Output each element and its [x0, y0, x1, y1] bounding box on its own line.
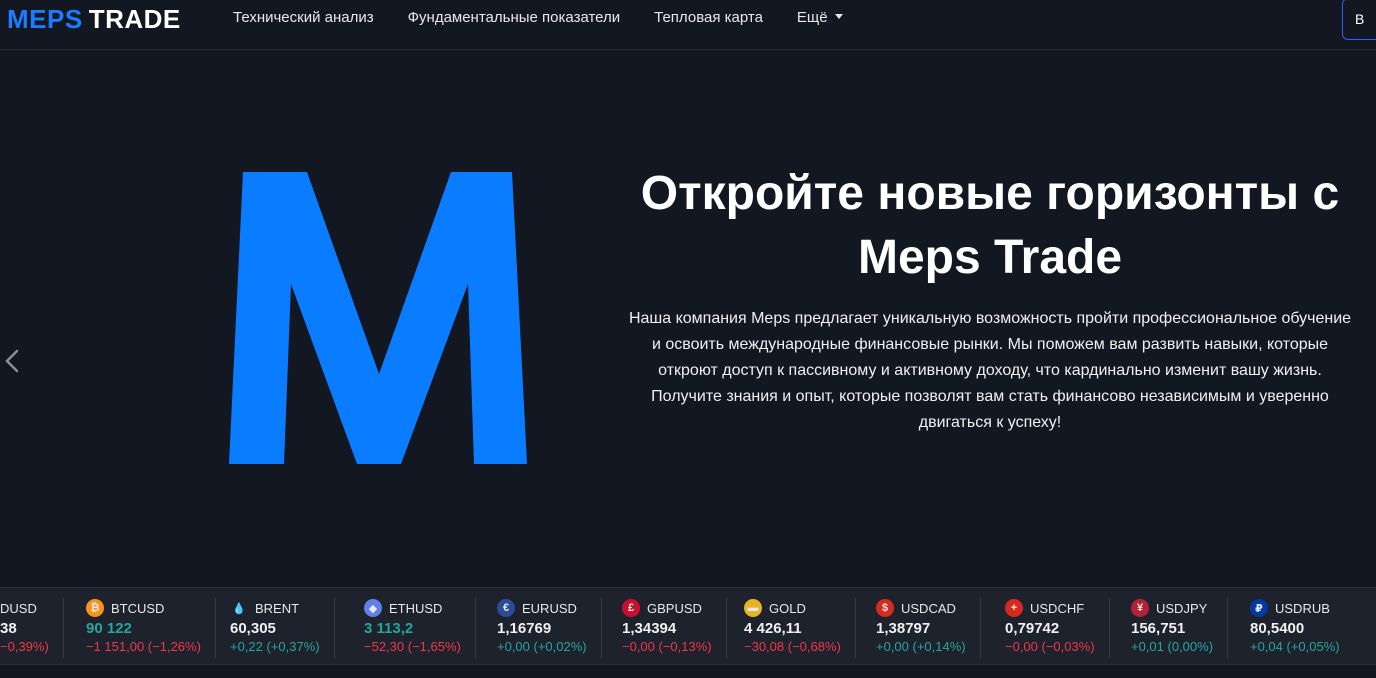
ticker-price: 1,34394 — [622, 620, 677, 637]
ticker-price: 1,38797 — [876, 620, 931, 637]
ticker-symbol: BRENT — [255, 600, 300, 616]
ticker-item-eurusd[interactable]: € EURUSD 1,16769 +0,00 (+0,02%) — [497, 598, 602, 658]
ticker-change: −1 151,00 (−1,26%) — [86, 639, 201, 654]
ticker-item-usdrub[interactable]: ₽ USDRUB 80,5400 +0,04 (+0,05%) — [1250, 598, 1354, 658]
nav-more[interactable]: Ещё — [797, 9, 843, 26]
ticker-change: −0,00 (−0,03%) — [1005, 639, 1095, 654]
ticker-symbol-row: $ USDCAD — [876, 598, 966, 618]
hero-title: Откройте новые горизонты с Meps Trade — [550, 162, 1376, 290]
ticker-price: 3 113,2 — [364, 620, 414, 637]
ticker-change: +0,22 (+0,37%) — [230, 639, 320, 654]
oil-drop-icon: 💧 — [230, 599, 248, 617]
gold-icon: ▬ — [744, 599, 762, 617]
nav-technical-analysis[interactable]: Технический анализ — [233, 9, 374, 26]
chevron-down-icon — [834, 14, 843, 19]
ticker-price: 80,5400 — [1250, 620, 1305, 637]
ticker-symbol: GBPUSD — [647, 600, 702, 616]
ticker-symbol-row: DUSD — [0, 598, 49, 618]
us-ca-flag-icon: $ — [876, 599, 894, 617]
ticker-symbol-row: ¥ USDJPY — [1131, 598, 1213, 618]
hero-description: Наша компания Meps предлагает уникальную… — [550, 306, 1376, 436]
ticker-symbol-row: ₽ USDRUB — [1250, 598, 1340, 618]
ticker-change: −30,08 (−0,68%) — [744, 639, 841, 654]
ticker-price: 156,751 — [1131, 620, 1186, 637]
site-header: MEPS TRADE Технический анализ Фундаментал… — [0, 0, 1376, 50]
uk-us-flag-icon: £ — [622, 599, 640, 617]
ticker-item-usdcad[interactable]: $ USDCAD 1,38797 +0,00 (+0,14%) — [876, 598, 981, 658]
ticker-symbol-row: ◆ ETHUSD — [364, 598, 461, 618]
ethereum-icon: ◆ — [364, 599, 382, 617]
carousel-prev-arrow-icon[interactable] — [2, 347, 22, 375]
eu-us-flag-icon: € — [497, 599, 515, 617]
hero-text-line: Получите знания и опыт, которые позволят… — [651, 388, 1329, 405]
ticker-change: +0,00 (+0,14%) — [876, 639, 966, 654]
ticker-tape[interactable]: DUSD 38 −0,39%) ₿ BTCUSD 90 122 −1 151,00 (−1,… — [0, 587, 1376, 665]
us-ru-flag-icon: ₽ — [1250, 599, 1268, 617]
main-nav: Технический анализ Фундаментальные показ… — [233, 9, 877, 26]
hero-m-logo — [229, 172, 527, 464]
logo-part-trade: TRADE — [88, 4, 181, 34]
header-login-button[interactable]: В — [1342, 0, 1376, 40]
hero-text-line: двигаться к успеху! — [918, 414, 1062, 431]
us-ch-flag-icon: + — [1005, 599, 1023, 617]
ticker-item-usdchf[interactable]: + USDCHF 0,79742 −0,00 (−0,03%) — [1005, 598, 1110, 658]
bottom-strip — [0, 666, 1376, 678]
ticker-symbol: DUSD — [0, 600, 37, 616]
ticker-symbol-row: € EURUSD — [497, 598, 587, 618]
us-jp-flag-icon: ¥ — [1131, 599, 1149, 617]
hero-text-line: откроют доступ к пассивному и активному … — [658, 362, 1322, 379]
ticker-symbol-row: £ GBPUSD — [622, 598, 712, 618]
ticker-price: 60,305 — [230, 620, 276, 637]
ticker-change: −52,30 (−1,65%) — [364, 639, 461, 654]
hero-text-line: Наша компания Meps предлагает уникальную… — [628, 310, 1352, 327]
ticker-item-brent[interactable]: 💧 BRENT 60,305 +0,22 (+0,37%) — [230, 598, 335, 658]
ticker-price: 0,79742 — [1005, 620, 1060, 637]
hero-title-line-1: Откройте новые горизонты с — [640, 167, 1340, 220]
ticker-change: −0,39%) — [0, 639, 49, 654]
hero-text-line: и освоить международные финансовые рынки… — [651, 336, 1329, 353]
ticker-symbol-row: ▬ GOLD — [744, 598, 841, 618]
ticker-symbol-row: + USDCHF — [1005, 598, 1095, 618]
ticker-symbol: GOLD — [769, 600, 806, 616]
ticker-symbol: USDRUB — [1275, 600, 1330, 616]
ticker-price: 38 — [0, 620, 17, 637]
ticker-change: −0,00 (−0,13%) — [622, 639, 712, 654]
ticker-symbol: USDCHF — [1030, 600, 1085, 616]
nav-fundamentals[interactable]: Фундаментальные показатели — [408, 9, 621, 26]
ticker-item-gold[interactable]: ▬ GOLD 4 426,11 −30,08 (−0,68%) — [744, 598, 856, 658]
ticker-symbol: USDJPY — [1156, 600, 1208, 616]
ticker-item-ethusd[interactable]: ◆ ETHUSD 3 113,2 −52,30 (−1,65%) — [364, 598, 476, 658]
ticker-symbol: BTCUSD — [111, 600, 165, 616]
ticker-symbol: USDCAD — [901, 600, 956, 616]
ticker-item-btcusd[interactable]: ₿ BTCUSD 90 122 −1 151,00 (−1,26%) — [86, 598, 216, 658]
hero-title-line-2: Meps Trade — [857, 231, 1123, 284]
ticker-symbol-row: 💧 BRENT — [230, 598, 320, 618]
ticker-symbol-row: ₿ BTCUSD — [86, 598, 201, 618]
logo[interactable]: MEPS TRADE — [7, 4, 181, 34]
ticker-price: 90 122 — [86, 620, 132, 637]
ticker-item-dusd[interactable]: DUSD 38 −0,39%) — [0, 598, 64, 658]
ticker-price: 4 426,11 — [744, 620, 802, 637]
ticker-symbol: EURUSD — [522, 600, 577, 616]
ticker-item-usdjpy[interactable]: ¥ USDJPY 156,751 +0,01 (0,00%) — [1131, 598, 1229, 658]
nav-more-label: Ещё — [796, 9, 828, 26]
nav-heatmap[interactable]: Тепловая карта — [654, 9, 763, 26]
ticker-symbol: ETHUSD — [389, 600, 443, 616]
m-logo-shape — [229, 172, 527, 464]
logo-part-meps: MEPS — [7, 4, 83, 34]
bitcoin-icon: ₿ — [86, 599, 104, 617]
ticker-change: +0,00 (+0,02%) — [497, 639, 587, 654]
ticker-change: +0,01 (0,00%) — [1131, 639, 1214, 654]
ticker-price: 1,16769 — [497, 620, 552, 637]
ticker-change: +0,04 (+0,05%) — [1250, 639, 1340, 654]
ticker-item-gbpusd[interactable]: £ GBPUSD 1,34394 −0,00 (−0,13%) — [622, 598, 727, 658]
